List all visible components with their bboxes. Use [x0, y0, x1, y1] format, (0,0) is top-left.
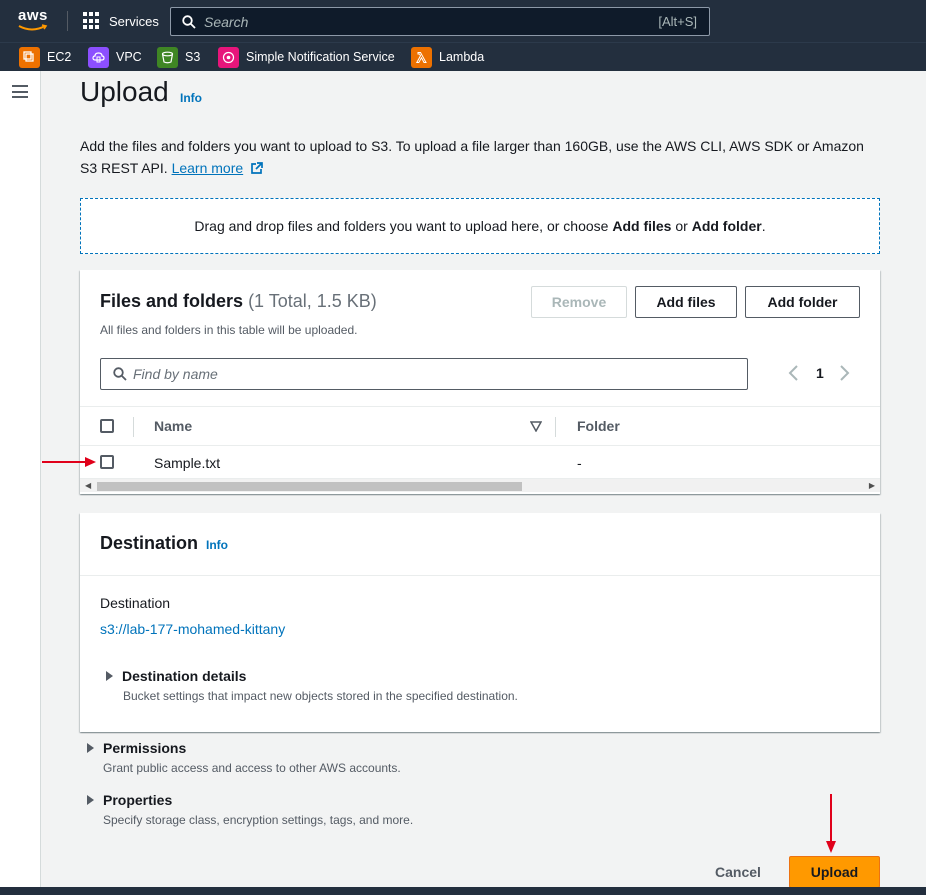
search-shortcut: [Alt+S] [658, 14, 697, 29]
page-description: Add the files and folders you want to up… [80, 135, 880, 179]
caret-right-icon [106, 671, 113, 681]
page-title: Upload [80, 76, 169, 107]
caret-right-icon [87, 743, 94, 753]
search-icon [182, 14, 196, 29]
properties-title: Properties [103, 792, 173, 808]
file-dropzone[interactable]: Drag and drop files and folders you want… [80, 198, 880, 254]
files-count: (1 Total, 1.5 KB) [248, 291, 377, 311]
nav-divider [67, 11, 68, 31]
row-checkbox[interactable] [100, 455, 114, 469]
sort-descending-icon[interactable] [530, 421, 542, 432]
favorite-ec2[interactable]: EC2 [19, 45, 71, 69]
annotation-arrow-right-icon [42, 457, 96, 467]
page-number[interactable]: 1 [816, 365, 824, 381]
dropzone-suffix: . [761, 218, 766, 234]
permissions-subtitle: Grant public access and access to other … [103, 761, 401, 775]
files-and-folders-panel: Files and folders (1 Total, 1.5 KB) All … [80, 270, 880, 494]
table-header: Name Folder [80, 406, 880, 446]
top-navigation: aws Services Search [Alt+S] [0, 0, 926, 42]
filter-placeholder: Find by name [133, 366, 218, 382]
favorite-sns[interactable]: Simple Notification Service [218, 45, 395, 69]
chevron-right-icon[interactable] [838, 365, 850, 381]
aws-logo[interactable]: aws [18, 8, 50, 34]
dropzone-text: Drag and drop files and folders you want… [194, 218, 613, 234]
column-header-folder[interactable]: Folder [577, 418, 620, 434]
search-icon [113, 367, 127, 381]
add-folder-button[interactable]: Add folder [745, 286, 860, 318]
chevron-left-icon[interactable] [788, 365, 800, 381]
dropzone-add-folder: Add folder [691, 218, 762, 234]
select-all-checkbox[interactable] [100, 419, 114, 433]
files-panel-title: Files and folders (1 Total, 1.5 KB) [100, 291, 377, 311]
bottom-bar [0, 887, 926, 895]
upload-info-link[interactable]: Info [180, 91, 202, 105]
external-link-icon[interactable] [250, 162, 263, 175]
learn-more-link[interactable]: Learn more [172, 160, 244, 176]
favorite-lambda[interactable]: Lambda [411, 45, 484, 69]
favorite-label: Lambda [439, 50, 485, 64]
destination-title: Destination [100, 533, 199, 553]
scroll-right-arrow-icon[interactable]: ▶ [869, 481, 875, 490]
lambda-icon [411, 46, 432, 68]
table-row: Sample.txt - [80, 446, 880, 478]
s3-icon [157, 46, 178, 68]
destination-label: Destination [100, 595, 171, 611]
search-placeholder: Search [204, 13, 249, 30]
search-input[interactable]: Search [Alt+S] [170, 7, 710, 36]
remove-button[interactable]: Remove [531, 286, 627, 318]
grid-icon [83, 12, 101, 30]
file-name-cell: Sample.txt [154, 455, 221, 471]
caret-right-icon [87, 795, 94, 805]
permissions-expander[interactable]: Permissions [87, 740, 186, 756]
services-menu-button[interactable]: Services [83, 11, 159, 31]
favorite-s3[interactable]: S3 [157, 45, 200, 69]
add-files-button[interactable]: Add files [635, 286, 737, 318]
cancel-button[interactable]: Cancel [715, 864, 761, 880]
favorite-label: S3 [185, 50, 201, 64]
services-label: Services [109, 13, 159, 29]
dropzone-add-files: Add files [612, 218, 672, 234]
column-divider [555, 417, 556, 437]
sns-icon [218, 46, 239, 68]
pagination: 1 [788, 365, 850, 381]
destination-details-subtitle: Bucket settings that impact new objects … [123, 689, 518, 703]
favorite-label: Simple Notification Service [246, 50, 395, 64]
side-navigation-rail [0, 71, 41, 895]
scrollbar-thumb[interactable] [97, 482, 522, 491]
hamburger-menu-icon[interactable] [12, 85, 28, 98]
destination-details-expander[interactable]: Destination details [106, 668, 246, 684]
favorites-bar: EC2 VPC S3 Simple Notification Service L… [0, 42, 926, 71]
destination-details-title: Destination details [122, 668, 247, 684]
files-panel-subtitle: All files and folders in this table will… [100, 323, 358, 337]
properties-subtitle: Specify storage class, encryption settin… [103, 813, 414, 827]
favorite-label: VPC [116, 50, 142, 64]
favorite-vpc[interactable]: VPC [88, 45, 142, 69]
annotation-arrow-down-icon [826, 794, 836, 853]
aws-logo-text: aws [18, 7, 48, 24]
favorite-label: EC2 [47, 50, 72, 64]
vpc-icon [88, 46, 109, 68]
find-by-name-input[interactable]: Find by name [100, 358, 748, 390]
permissions-title: Permissions [103, 740, 187, 756]
column-header-name[interactable]: Name [154, 418, 192, 434]
column-divider [133, 417, 134, 437]
ec2-icon [19, 46, 40, 68]
upload-button[interactable]: Upload [789, 856, 880, 888]
destination-uri-link[interactable]: s3://lab-177-mohamed-kittany [100, 621, 285, 637]
properties-expander[interactable]: Properties [87, 792, 172, 808]
horizontal-scrollbar[interactable]: ◀ ▶ [80, 478, 880, 492]
scroll-left-arrow-icon[interactable]: ◀ [85, 481, 91, 490]
dropzone-or: or [671, 218, 692, 234]
folder-cell: - [577, 455, 582, 471]
destination-panel: Destination Info Destination s3://lab-17… [80, 513, 880, 732]
destination-header: Destination Info [80, 513, 880, 576]
smile-icon [18, 24, 48, 31]
main-content: Upload Info Add the files and folders yo… [41, 71, 926, 895]
destination-info-link[interactable]: Info [206, 538, 228, 552]
